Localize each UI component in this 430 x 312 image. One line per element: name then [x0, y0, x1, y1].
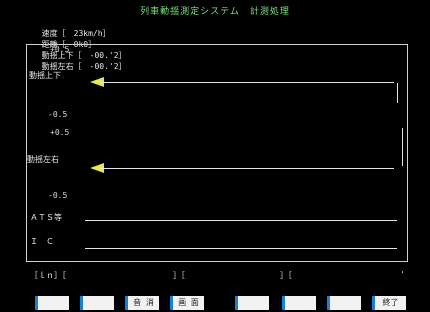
footer-field-4: ' [400, 270, 405, 279]
function-key-6[interactable] [282, 296, 316, 310]
function-key-2[interactable] [80, 296, 114, 310]
mute-sound-key[interactable]: 音 消 [125, 296, 159, 310]
function-key-7[interactable] [327, 296, 361, 310]
vertical-scale-top: +0.5 [50, 45, 70, 54]
function-key-1[interactable] [35, 296, 69, 310]
speed-label: 速度［ [41, 29, 66, 38]
footer-field-3: ］［ [280, 271, 292, 280]
speed-readout: 速度［ 23km/h］ [42, 29, 119, 38]
vertical-channel-label: 動揺上下 [29, 71, 61, 80]
function-key-bar: 音 消 画 面 終了 [0, 296, 430, 312]
lateral-trace [100, 168, 394, 169]
footer-field-2: ］［ [173, 271, 185, 280]
lateral-scale-top: +0.5 [50, 128, 70, 137]
vertical-trace-end [397, 83, 398, 103]
ic-channel-label: Ｉ Ｃ [30, 237, 54, 246]
exit-key[interactable]: 終了 [372, 296, 406, 310]
lateral-trace-end [402, 128, 403, 166]
function-key-5[interactable] [235, 296, 269, 310]
measurement-frame [26, 44, 408, 262]
lateral-channel-label: 動揺左右 [27, 155, 59, 164]
vertical-scale-bottom: -0.5 [48, 110, 68, 119]
screen-title: 列車動揺測定システム 計測処理 [140, 7, 290, 17]
ats-trace [85, 220, 397, 221]
ic-trace [85, 248, 397, 249]
ats-channel-label: ＡＴＳ等 [30, 213, 62, 222]
vertical-trace [100, 82, 394, 83]
lateral-scale-bottom: -0.5 [48, 191, 68, 200]
footer-field-1: ［ｌｎ］［ [30, 271, 66, 280]
speed-value: 23km/h］ [73, 29, 111, 38]
screen-key[interactable]: 画 面 [170, 296, 204, 310]
